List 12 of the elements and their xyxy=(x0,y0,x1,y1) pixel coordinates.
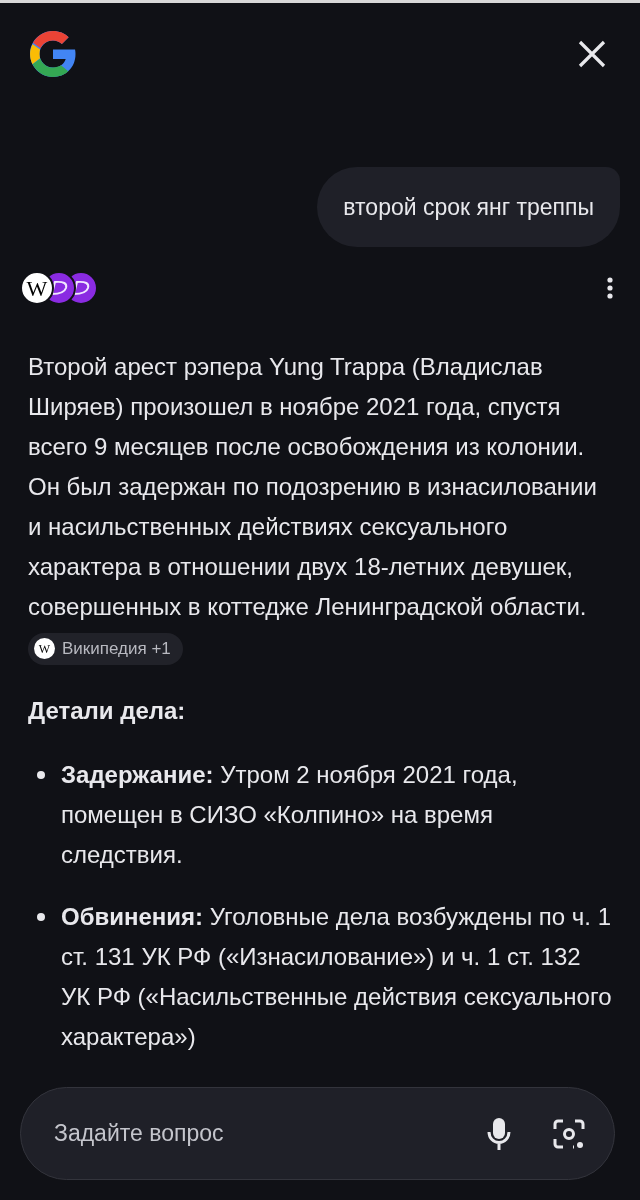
section-heading: Детали дела: xyxy=(28,696,187,726)
citation-chip[interactable]: W Википедия +1 xyxy=(28,632,183,665)
list-item-text: Обвинения: Уголовные дела возбуждены по ч. 1 ст. 131 УК РФ («Изнасилование») и ч. 1 ст. 132 УК РФ («Насильственные действия сексуального характера») xyxy=(61,902,612,1052)
ask-input-field[interactable]: Задайте вопрос xyxy=(54,1116,484,1151)
query-bubble: второй срок янг треппы xyxy=(317,167,620,247)
answer-paragraph: Второй арест рэпера Yung Trappa (Владислав Ширяев) произошел в ноябре 2021 года, спустя всего 9 месяцев после освобождения из колонии. Он был задержан по подозрению в изнасиловании и насильственных действиях сексуального характера в отношении двух 18-летних девушек, совершенных в коттедже Ленинградской области. W Википедия +1 xyxy=(28,347,612,667)
search-bar[interactable]: Задайте вопрос xyxy=(20,1087,615,1180)
list-item-text: Задержание: Утром 2 ноября 2021 года, помещен в СИЗО «Колпино» на время следствия. xyxy=(61,760,519,870)
bullet-icon xyxy=(37,913,45,921)
wikipedia-source-icon: W xyxy=(20,271,54,305)
bullet-icon xyxy=(37,771,45,779)
close-icon[interactable] xyxy=(577,39,607,69)
